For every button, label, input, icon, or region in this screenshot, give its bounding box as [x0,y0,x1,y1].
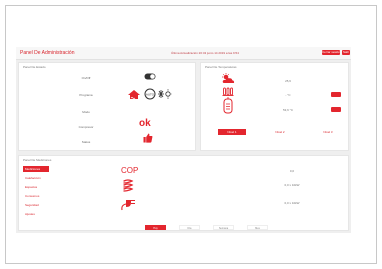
status-panel-title: Panel De Estado [23,65,46,69]
water-temp-value: 53,6 °C [282,108,294,112]
heating-temp-edit-button[interactable] [331,92,341,97]
sidebar-item-espacios[interactable]: Espacios [23,184,49,190]
tab-week[interactable]: Semana [213,225,234,230]
cop-value: 0,0 [289,169,295,173]
toggle-icon[interactable] [144,73,156,80]
measurement-panel: Panel De Mediciones Mediciones Calefacci… [18,155,349,231]
logout-button[interactable]: Cerrar sesión [322,50,340,55]
status-label-compressor: Compresor [78,125,94,129]
tab-day[interactable]: Día [179,225,200,230]
snow-sun-icon [158,89,172,99]
water-tank-icon [223,97,233,114]
auto-mode-icon: AUTO [144,88,156,100]
tab-month[interactable]: Mes [247,225,268,230]
status-panel: Panel De Estado On/Off Programa Modo Com… [18,62,196,151]
sidebar-item-consumos[interactable]: Consumos [23,193,49,199]
temperature-panel-title: Panel De Temperaturas [205,65,237,69]
status-label-mode: Modo [82,110,90,114]
cop-label: COP [121,166,139,175]
status-ok-text: ok [139,118,151,129]
heat-wave-icon [123,179,134,192]
water-temp-edit-button[interactable] [331,107,341,112]
level-2-button[interactable]: Nivel 2 [266,129,294,135]
sidebar-item-calefaccion[interactable]: Calefacción [23,175,49,181]
admin-app: Panel De Administración Última Actualiza… [16,47,351,233]
tab-today[interactable]: Hoy [145,225,166,230]
top-bar: Panel De Administración Última Actualiza… [16,47,351,60]
plug-icon [121,200,135,211]
svg-text:AUTO: AUTO [146,93,155,97]
heat-energy-value: 0,0 x 10kW [284,183,300,187]
sidebar-item-ajustes[interactable]: Ajustes [23,211,49,217]
page-title: Panel De Administración [20,50,75,56]
thumbs-up-icon [143,133,153,143]
status-label-program: Programa [79,93,93,97]
status-label-onoff: On/Off [81,76,91,80]
last-update-text: Última Actualización 20:43 junio 14 2019… [171,51,239,55]
sun-cloud-icon [222,73,235,83]
sidebar-item-mediciones[interactable]: Mediciones [23,166,49,172]
home-heat-icon [128,90,140,99]
exit-button[interactable]: Salir [342,50,350,55]
level-3-button[interactable]: Nivel 3 [314,129,342,135]
heating-temp-value: - °C [285,93,291,97]
temperature-panel: Panel De Temperaturas 25,6 - °C 53,6 °C [200,62,349,151]
status-label-status: Status [81,140,91,144]
outdoor-temp-value: 25,6 [285,79,291,83]
electric-energy-value: 0,0 x 10kW [284,201,300,205]
measurement-panel-title: Panel De Mediciones [23,158,52,162]
sidebar-item-seguridad[interactable]: Seguridad [23,202,49,208]
level-1-button[interactable]: Nivel 1 [218,129,246,135]
radiator-icon [222,87,234,96]
